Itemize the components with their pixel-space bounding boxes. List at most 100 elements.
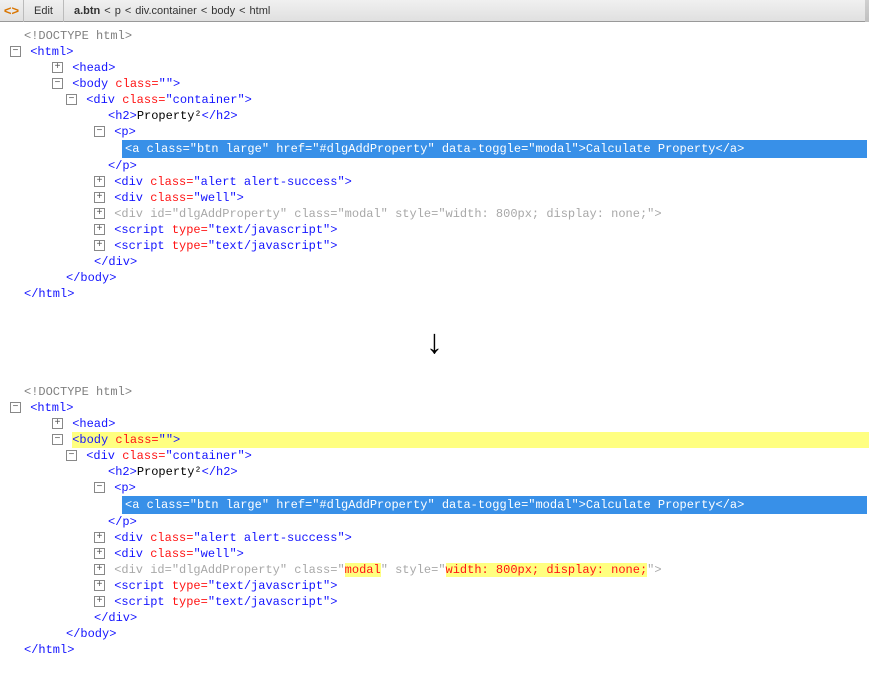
- expand-icon[interactable]: +: [52, 418, 63, 429]
- crumb-p[interactable]: p: [115, 5, 121, 17]
- code-line[interactable]: <!DOCTYPE html>: [4, 384, 869, 400]
- code-line[interactable]: </div>: [4, 610, 869, 626]
- tag-p: <p>: [114, 125, 136, 139]
- tag-p-close: </p>: [108, 515, 137, 529]
- attr-val: "text/javascript": [208, 595, 330, 609]
- collapse-icon[interactable]: −: [52, 78, 63, 89]
- code-line[interactable]: + <div class="well">: [4, 190, 869, 206]
- expand-icon[interactable]: +: [94, 564, 105, 575]
- code-line[interactable]: </div>: [4, 254, 869, 270]
- tag-div: <div: [114, 531, 150, 545]
- code-line[interactable]: </html>: [4, 286, 869, 302]
- code-line[interactable]: − <body class="">: [4, 76, 869, 92]
- tag-close: >: [330, 223, 337, 237]
- code-line[interactable]: <!DOCTYPE html>: [4, 28, 869, 44]
- attr: id=: [150, 563, 172, 577]
- selected-node[interactable]: <a class="btn large" href="#dlgAddProper…: [122, 140, 867, 158]
- selected-node[interactable]: <a class="btn large" href="#dlgAddProper…: [122, 496, 867, 514]
- attr: class=: [115, 433, 158, 447]
- code-line[interactable]: + <script type="text/javascript">: [4, 238, 869, 254]
- tag-close: >: [245, 93, 252, 107]
- tag-div-close: </div>: [94, 255, 137, 269]
- collapse-icon[interactable]: −: [10, 46, 21, 57]
- expand-icon[interactable]: +: [94, 224, 105, 235]
- expand-icon[interactable]: +: [94, 580, 105, 591]
- breadcrumb[interactable]: a.btn < p < div.container < body < html: [64, 0, 280, 22]
- attr-val: "dlgAddProperty": [172, 207, 287, 221]
- expand-icon[interactable]: +: [94, 240, 105, 251]
- code-line[interactable]: </html>: [4, 642, 869, 658]
- code-line[interactable]: + <script type="text/javascript">: [4, 222, 869, 238]
- collapse-icon[interactable]: −: [94, 482, 105, 493]
- tag-close: >: [345, 175, 352, 189]
- code-line[interactable]: + <div class="well">: [4, 546, 869, 562]
- expand-icon[interactable]: +: [94, 192, 105, 203]
- collapse-icon[interactable]: −: [94, 126, 105, 137]
- mutation-highlight: <body class="">: [72, 432, 869, 448]
- attr-val: "well": [193, 547, 236, 561]
- tag-body-close: </body>: [66, 627, 116, 641]
- code-line-mutated[interactable]: − <body class="">: [4, 432, 869, 448]
- code-line[interactable]: <h2>Property²</h2>: [4, 464, 869, 480]
- html-panel-bottom: <!DOCTYPE html> − <html> + <head> − <bod…: [0, 378, 869, 658]
- code-line[interactable]: + <head>: [4, 60, 869, 76]
- crumb-body[interactable]: body: [211, 5, 235, 17]
- collapse-icon[interactable]: −: [10, 402, 21, 413]
- code-line[interactable]: <h2>Property²</h2>: [4, 108, 869, 124]
- code-line[interactable]: + <div class="alert alert-success">: [4, 530, 869, 546]
- code-line[interactable]: </p>: [4, 158, 869, 174]
- firebug-icon: <>: [0, 0, 24, 22]
- tag-script: <script: [114, 239, 172, 253]
- collapse-icon[interactable]: −: [66, 94, 77, 105]
- tag-div: <div: [114, 191, 150, 205]
- crumb-sep: <: [239, 5, 245, 17]
- code-line-selected[interactable]: <a class="btn large" href="#dlgAddProper…: [4, 140, 869, 158]
- doctype: <!DOCTYPE html>: [24, 385, 132, 399]
- attr: class=: [150, 175, 193, 189]
- arrow-icon: ↓: [0, 302, 869, 378]
- collapse-icon[interactable]: −: [52, 434, 63, 445]
- collapse-icon[interactable]: −: [66, 450, 77, 461]
- code-line[interactable]: − <div class="container">: [4, 92, 869, 108]
- edit-button[interactable]: Edit: [24, 0, 64, 22]
- code-line[interactable]: + <script type="text/javascript">: [4, 594, 869, 610]
- code-line[interactable]: − <html>: [4, 400, 869, 416]
- attr: class=: [150, 547, 193, 561]
- code-line[interactable]: + <head>: [4, 416, 869, 432]
- text: Property²: [137, 465, 202, 479]
- code-line-selected[interactable]: <a class="btn large" href="#dlgAddProper…: [4, 496, 869, 514]
- code-line[interactable]: + <script type="text/javascript">: [4, 578, 869, 594]
- code-line[interactable]: − <html>: [4, 44, 869, 60]
- attr-val: "container": [165, 449, 244, 463]
- expand-icon[interactable]: +: [52, 62, 63, 73]
- code-line[interactable]: + <div class="alert alert-success">: [4, 174, 869, 190]
- expand-icon[interactable]: +: [94, 532, 105, 543]
- attr: class=: [122, 93, 165, 107]
- tag-p: <p>: [114, 481, 136, 495]
- code-line[interactable]: − <p>: [4, 480, 869, 496]
- tag-head: <head>: [72, 417, 115, 431]
- doctype: <!DOCTYPE html>: [24, 29, 132, 43]
- tag-body-close: </body>: [66, 271, 116, 285]
- tag-close: >: [345, 531, 352, 545]
- tag-html-close: </html>: [24, 287, 74, 301]
- tag-script: <script: [114, 223, 172, 237]
- code-line[interactable]: </body>: [4, 270, 869, 286]
- expand-icon[interactable]: +: [94, 208, 105, 219]
- code-line[interactable]: − <p>: [4, 124, 869, 140]
- code-line[interactable]: </p>: [4, 514, 869, 530]
- code-line[interactable]: </body>: [4, 626, 869, 642]
- expand-icon[interactable]: +: [94, 176, 105, 187]
- attr: style=: [395, 207, 438, 221]
- crumb-html[interactable]: html: [250, 5, 271, 17]
- mutation-highlight: width: 800px; display: none;: [446, 563, 648, 577]
- tag-close: >: [173, 433, 180, 447]
- code-line-mutated[interactable]: + <div id="dlgAddProperty" class="modal"…: [4, 562, 869, 578]
- crumb-a-btn[interactable]: a.btn: [74, 5, 100, 17]
- code-line[interactable]: − <div class="container">: [4, 448, 869, 464]
- crumb-div[interactable]: div.container: [135, 5, 197, 17]
- expand-icon[interactable]: +: [94, 596, 105, 607]
- code-line-hidden[interactable]: + <div id="dlgAddProperty" class="modal"…: [4, 206, 869, 222]
- tag-close: >: [330, 579, 337, 593]
- expand-icon[interactable]: +: [94, 548, 105, 559]
